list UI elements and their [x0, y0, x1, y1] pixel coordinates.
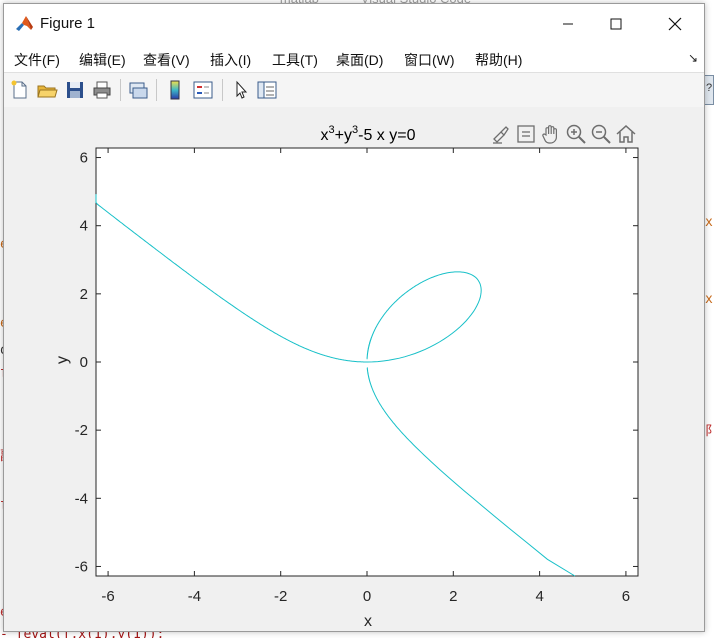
colorbar-icon[interactable] [164, 79, 186, 101]
new-figure-icon[interactable] [9, 79, 31, 101]
menu-overflow-icon[interactable]: ↘ [688, 51, 698, 65]
x-tick-label: 0 [363, 588, 371, 605]
menu-window[interactable]: 窗口(W) [404, 50, 455, 70]
minimize-button[interactable] [545, 4, 591, 44]
y-tick-label: 4 [80, 218, 88, 235]
matlab-icon [14, 14, 34, 34]
x-tick-label: 2 [449, 588, 457, 605]
x-tick-label: 4 [535, 588, 543, 605]
close-button[interactable] [652, 4, 698, 44]
open-file-icon[interactable] [36, 79, 58, 101]
property-inspector-icon[interactable] [256, 79, 278, 101]
menu-tools[interactable]: 工具(T) [272, 50, 318, 70]
pointer-icon[interactable] [230, 79, 252, 101]
figure-canvas: x3+y3-5 x y=0 -6 -4 -2 0 2 4 6 -6 -4 -2 0 2 4 6 x y [4, 107, 704, 631]
background-scrollbar: ? [704, 75, 714, 105]
minimize-icon [563, 23, 573, 25]
close-icon [668, 17, 682, 31]
toolbar-separator [222, 79, 223, 101]
maximize-icon [610, 18, 622, 30]
plot-title: x3+y3-5 x y=0 [321, 124, 416, 144]
menu-view[interactable]: 查看(V) [143, 50, 190, 70]
x-axis-label: x [364, 613, 372, 630]
y-tick-label: -6 [75, 558, 88, 575]
y-tick-label: 0 [80, 354, 88, 371]
print-icon[interactable] [91, 79, 113, 101]
figure-toolbar [4, 72, 704, 108]
x-tick-label: 6 [622, 588, 630, 605]
toolbar-separator [120, 79, 121, 101]
menu-desktop[interactable]: 桌面(D) [336, 50, 383, 70]
x-tick-label: -6 [101, 588, 114, 605]
title-part: x [321, 127, 329, 144]
save-icon[interactable] [64, 79, 86, 101]
code-fragment: 阝 [705, 424, 714, 439]
figure-window: Figure 1 文件(F) 编辑(E) 查看(V) 插入(I) 工具(T) 桌… [3, 3, 705, 632]
menu-edit[interactable]: 编辑(E) [79, 50, 126, 70]
y-tick-label: -2 [75, 422, 88, 439]
plot-canvas: x3+y3-5 x y=0 -6 -4 -2 0 2 4 6 -6 -4 -2 0 2 4 6 x y [54, 124, 639, 630]
window-title: Figure 1 [40, 15, 96, 32]
y-tick-label: -4 [75, 490, 88, 507]
legend-icon[interactable] [192, 79, 214, 101]
link-plot-icon[interactable] [127, 79, 149, 101]
maximize-button[interactable] [593, 4, 639, 44]
y-tick-label: 6 [80, 150, 88, 167]
toolbar-separator [156, 79, 157, 101]
title-part: -5 x y=0 [358, 127, 415, 144]
menu-bar: 文件(F) 编辑(E) 查看(V) 插入(I) 工具(T) 桌面(D) 窗口(W… [4, 44, 704, 72]
x-tick-label: -2 [274, 588, 287, 605]
x-tick-label: -4 [188, 588, 201, 605]
menu-help[interactable]: 帮助(H) [475, 50, 522, 70]
title-part: +y [335, 127, 352, 144]
y-axis-label: y [54, 356, 71, 364]
menu-file[interactable]: 文件(F) [14, 50, 60, 70]
menu-insert[interactable]: 插入(I) [210, 50, 251, 70]
code-fragment: x [705, 215, 713, 230]
y-tick-label: 2 [80, 286, 88, 303]
code-fragment: x [705, 292, 713, 307]
title-bar[interactable]: Figure 1 [4, 4, 704, 44]
